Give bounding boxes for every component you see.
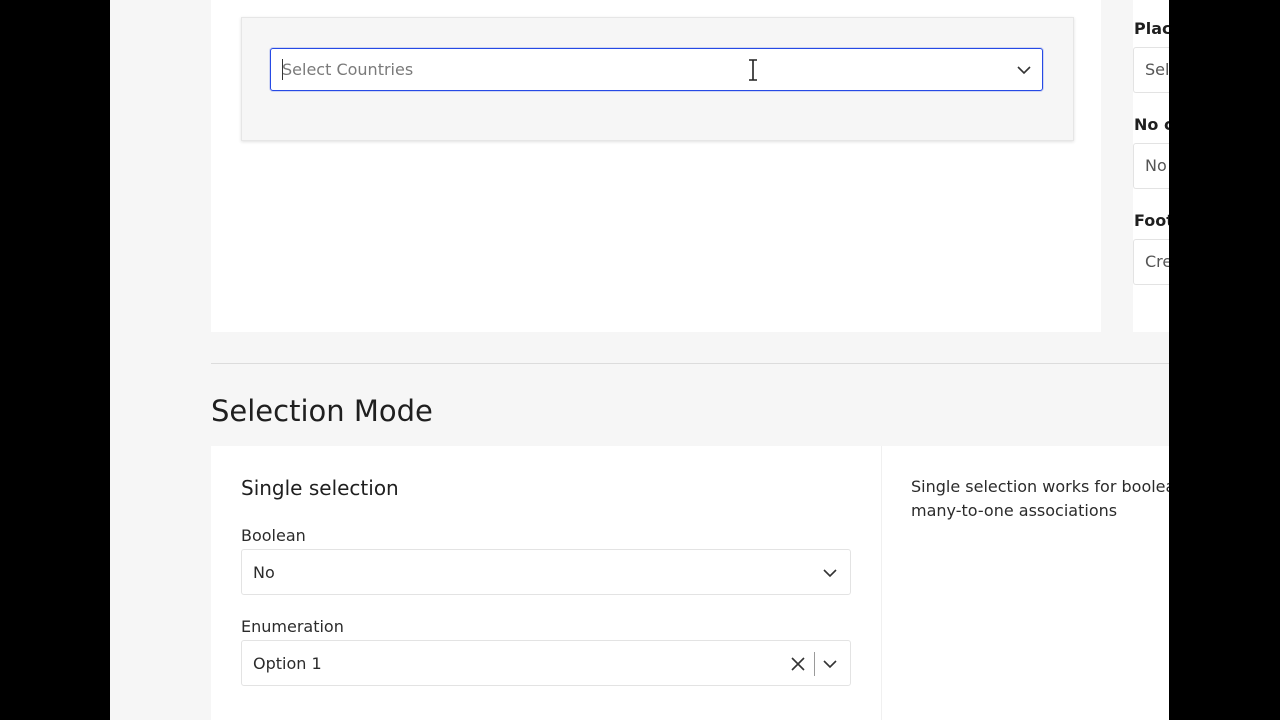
boolean-select-value: No [253,563,275,582]
countries-select[interactable]: Select Countries [270,48,1043,91]
no-options-setting-input[interactable]: No [1133,143,1169,189]
footer-setting-input[interactable]: Cre [1133,239,1169,285]
section-description: Single selection works for boolea many-t… [911,475,1169,523]
chevron-down-icon[interactable] [1016,62,1032,78]
countries-select-placeholder: Select Countries [282,60,414,79]
card-title: Single selection [241,476,399,500]
placeholder-setting-input[interactable]: Sel [1133,47,1169,93]
text-caret [282,59,283,80]
description-line-1: Single selection works for boolea [911,477,1169,496]
select-separator [814,652,815,676]
app-viewport: Select Countries Place Sel No c No Foot … [110,0,1169,720]
enumeration-select[interactable]: Option 1 [241,640,851,686]
section-divider [211,363,1169,364]
no-options-setting-label: No c [1134,115,1169,134]
clear-icon[interactable] [790,656,806,672]
description-line-2: many-to-one associations [911,501,1118,520]
text-cursor-icon [749,59,757,81]
enumeration-select-value: Option 1 [253,654,322,673]
boolean-select[interactable]: No [241,549,851,595]
chevron-down-icon[interactable] [822,656,838,672]
chevron-down-icon[interactable] [822,565,838,581]
enumeration-label: Enumeration [241,617,344,636]
placeholder-setting-label: Place [1134,19,1169,38]
section-title: Selection Mode [211,394,433,428]
boolean-label: Boolean [241,526,306,545]
footer-setting-label: Foot [1134,211,1169,230]
